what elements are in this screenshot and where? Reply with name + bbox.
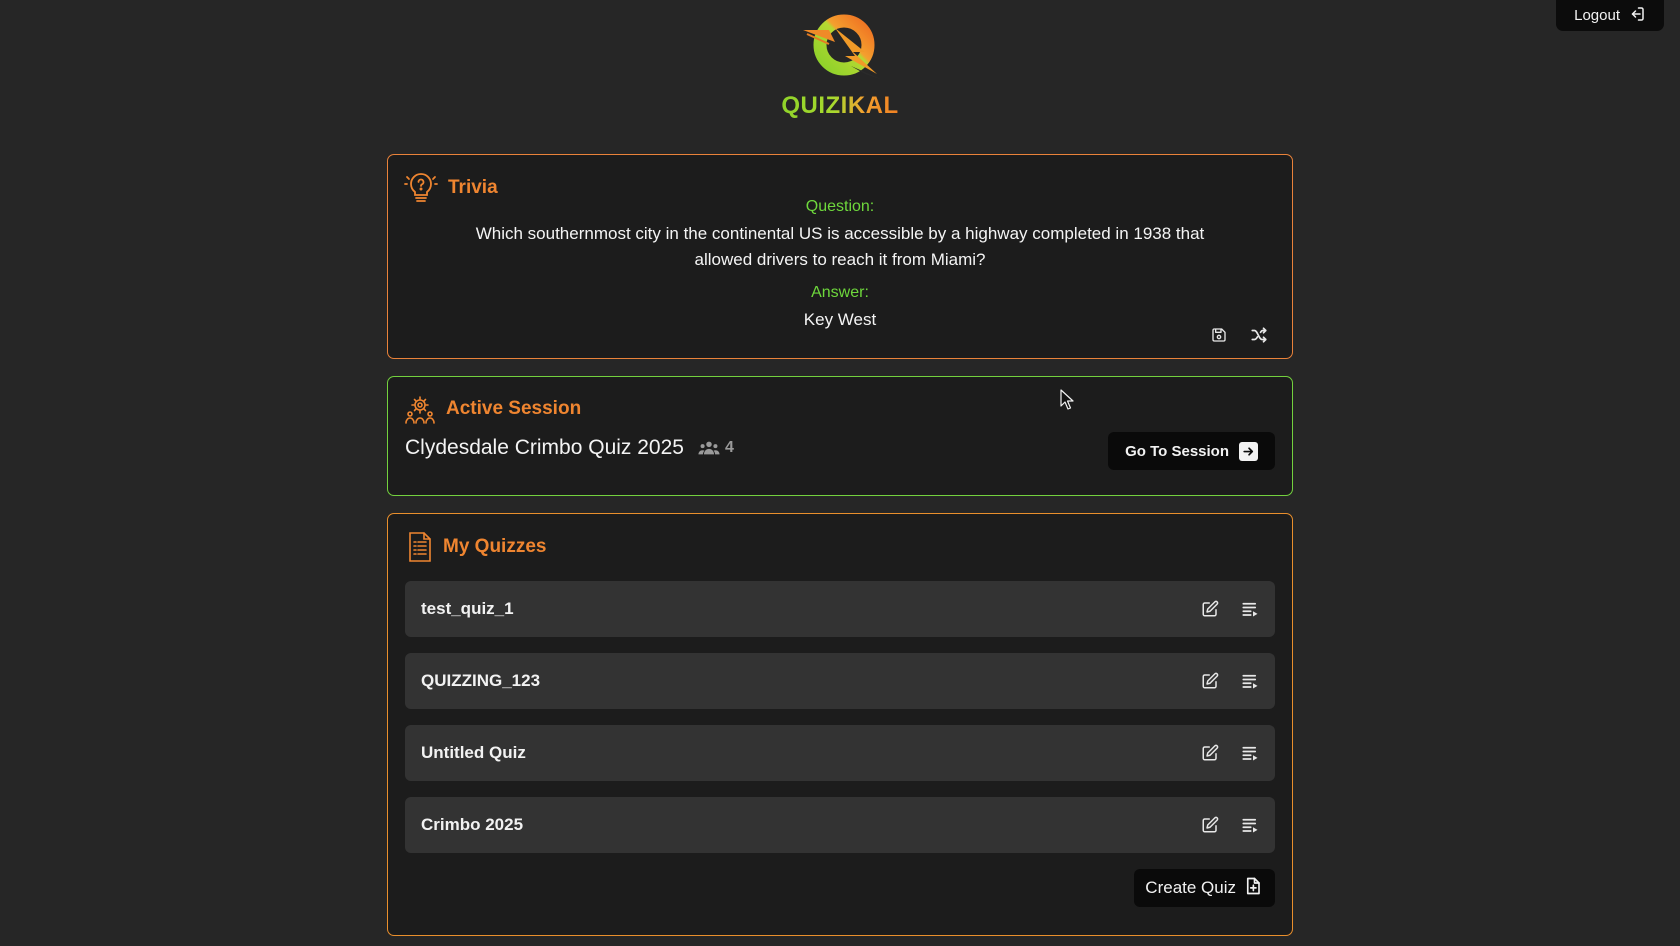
create-quiz-label: Create Quiz <box>1145 878 1236 897</box>
session-header: Active Session <box>404 393 581 425</box>
quiz-list-item[interactable]: QUIZZING_123 <box>405 653 1275 709</box>
question-label: Question: <box>805 198 875 215</box>
quizzes-header: My Quizzes <box>407 531 546 563</box>
quiz-actions <box>1201 672 1259 690</box>
dashboard-page: Logout QUIZIKAL Trivia Question: Which s… <box>0 0 1680 946</box>
edit-icon[interactable] <box>1201 672 1219 690</box>
quiz-name: Untitled Quiz <box>421 743 526 762</box>
quiz-actions <box>1201 600 1259 618</box>
quiz-list: test_quiz_1 QUIZZING_123 Untitled Quiz C… <box>405 581 1275 869</box>
quizzes-title: My Quizzes <box>443 536 547 557</box>
active-session-card: Active Session Clydesdale Crimbo Quiz 20… <box>387 376 1293 496</box>
mouse-cursor-icon <box>1060 389 1074 410</box>
my-quizzes-card: My Quizzes test_quiz_1 QUIZZING_123 Unti… <box>387 513 1293 936</box>
file-plus-icon <box>1245 877 1261 900</box>
quiz-actions <box>1201 744 1259 762</box>
participant-count-value: 4 <box>724 439 734 456</box>
go-to-session-label: Go To Session <box>1125 442 1229 460</box>
brand-wordmark: QUIZIKAL <box>781 92 899 119</box>
quizikal-logo-icon <box>803 14 883 80</box>
brand-header: QUIZIKAL <box>0 8 1680 120</box>
edit-icon[interactable] <box>1201 600 1219 618</box>
people-gears-icon <box>405 396 435 424</box>
edit-icon[interactable] <box>1201 816 1219 834</box>
go-to-session-button[interactable]: Go To Session <box>1108 432 1275 470</box>
session-info: Clydesdale Crimbo Quiz 2025 4 <box>405 436 734 460</box>
quiz-name: test_quiz_1 <box>421 599 514 618</box>
quiz-list-item[interactable]: test_quiz_1 <box>405 581 1275 637</box>
trivia-question: Which southernmost city in the continent… <box>475 224 1205 269</box>
lightbulb-question-icon <box>404 173 438 202</box>
shuffle-icon[interactable] <box>1250 326 1268 344</box>
quiz-list-item[interactable]: Crimbo 2025 <box>405 797 1275 853</box>
quiz-list-item[interactable]: Untitled Quiz <box>405 725 1275 781</box>
quiz-name: Crimbo 2025 <box>421 815 524 834</box>
session-title: Active Session <box>446 398 582 419</box>
edit-icon[interactable] <box>1201 744 1219 762</box>
arrow-right-icon <box>1239 441 1258 461</box>
answer-label: Answer: <box>811 284 869 301</box>
trivia-actions <box>1210 326 1268 344</box>
quiz-name: QUIZZING_123 <box>421 671 541 690</box>
quiz-actions <box>1201 816 1259 834</box>
playlist-play-icon[interactable] <box>1241 744 1259 762</box>
document-list-icon <box>409 532 431 562</box>
playlist-play-icon[interactable] <box>1241 816 1259 834</box>
users-icon <box>698 441 720 455</box>
trivia-card: Trivia Question: Which southernmost city… <box>387 154 1293 359</box>
participant-count: 4 <box>698 439 734 457</box>
trivia-answer: Key West <box>803 310 877 329</box>
create-quiz-button[interactable]: Create Quiz <box>1134 869 1275 907</box>
session-name: Clydesdale Crimbo Quiz 2025 <box>405 436 684 459</box>
save-icon[interactable] <box>1210 326 1228 344</box>
playlist-play-icon[interactable] <box>1241 600 1259 618</box>
trivia-content: Question: Which southernmost city in the… <box>448 196 1232 333</box>
playlist-play-icon[interactable] <box>1241 672 1259 690</box>
